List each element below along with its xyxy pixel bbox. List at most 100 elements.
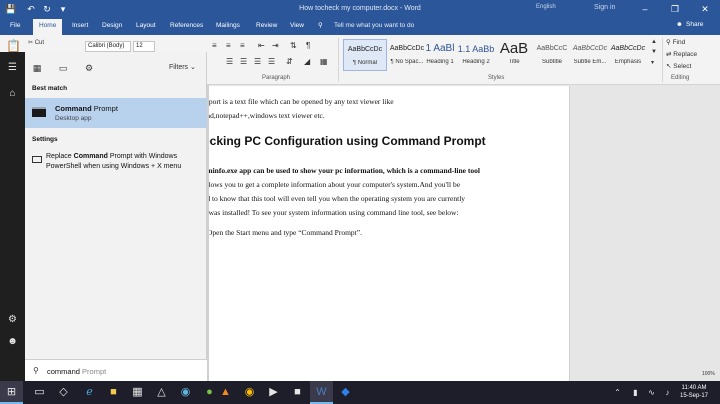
word-icon[interactable]: W	[310, 381, 333, 404]
edge-icon[interactable]: ℯ	[78, 381, 101, 404]
bullets-icon[interactable]: ≡	[212, 41, 217, 50]
select-label: Select	[673, 63, 692, 70]
clock-date: 15-Sep-17	[679, 393, 709, 399]
settings-heading: Settings	[32, 136, 58, 143]
select-button[interactable]: ↖ Select	[666, 62, 691, 70]
align-left-icon[interactable]: ☰	[226, 57, 233, 66]
tab-home[interactable]: Home	[33, 19, 63, 35]
search-box[interactable]: ⚲ command Prompt	[25, 359, 207, 381]
style-name: Emphasis	[614, 59, 642, 65]
styles-more-icon[interactable]: ▾	[651, 59, 654, 66]
styles-scroll-down-icon[interactable]: ▼	[651, 49, 657, 55]
clock[interactable]: 11:40 AM 15-Sep-17	[672, 384, 716, 400]
close-button[interactable]: ✕	[690, 0, 720, 18]
home-icon[interactable]: ⌂	[0, 88, 25, 99]
tab-view[interactable]: View	[290, 22, 304, 29]
tell-me-box[interactable]: Tell me what you want to do	[334, 22, 414, 29]
doc-line: report is a text file which can be opene…	[203, 97, 394, 106]
best-match-heading: Best match	[32, 85, 68, 92]
font-size-box[interactable]: 12	[133, 41, 155, 52]
document-page[interactable]: report is a text file which can be opene…	[150, 86, 570, 381]
group-label-paragraph: Paragraph	[262, 75, 291, 81]
file-explorer-icon[interactable]: ■	[102, 381, 125, 404]
restore-button[interactable]: ❐	[660, 0, 690, 18]
minimize-button[interactable]: –	[630, 0, 660, 18]
paste-icon[interactable]: 📋	[6, 39, 21, 53]
borders-icon[interactable]: ▦	[320, 57, 328, 66]
decrease-indent-icon[interactable]: ⇤	[258, 41, 265, 50]
doc-line: allows you to get a complete information…	[203, 180, 461, 189]
replace-button[interactable]: ⇄ Replace	[666, 50, 697, 58]
shading-icon[interactable]: ◢	[304, 57, 310, 66]
setting-text-b: Prompt with Windows	[107, 153, 178, 160]
web-settings-icon[interactable]: ⚙	[83, 62, 95, 74]
numbering-icon[interactable]: ≡	[226, 41, 231, 50]
doc-heading: ecking PC Configuration using Command Pr…	[203, 134, 486, 148]
unity-icon[interactable]: △	[150, 381, 173, 404]
zoom-level[interactable]: 100%	[702, 371, 715, 377]
taskbar-app-icon-3[interactable]: ■	[286, 381, 309, 404]
tab-insert[interactable]: Insert	[72, 22, 88, 29]
feedback-icon[interactable]: ☻	[0, 336, 25, 347]
search-suggestion: Prompt	[79, 367, 107, 376]
tab-references[interactable]: References	[170, 22, 203, 29]
style-sample: AaBbCcDc	[347, 46, 383, 53]
doc-line: pad,notepad++,windows text viewer etc.	[203, 111, 325, 120]
align-right-icon[interactable]: ☰	[254, 57, 261, 66]
vlc-icon[interactable]: ▲	[214, 381, 237, 404]
documents-filter-icon[interactable]: ▭	[57, 62, 69, 74]
align-center-icon[interactable]: ☰	[240, 57, 247, 66]
tab-layout[interactable]: Layout	[136, 22, 156, 29]
style-normal[interactable]: AaBbCcDc ¶ Normal	[343, 39, 387, 71]
start-button-windows-icon[interactable]: ⊞	[0, 381, 23, 404]
sort-icon[interactable]: ⇅	[290, 41, 297, 50]
best-match-title: Command Prompt	[55, 104, 118, 113]
find-icon: ⚲	[666, 39, 671, 46]
taskbar-app-icon[interactable]: ◇	[52, 381, 75, 404]
chevron-down-icon: ⌄	[190, 64, 196, 71]
search-input[interactable]: command Prompt	[47, 367, 106, 376]
command-prompt-icon	[32, 107, 46, 117]
best-match-result[interactable]: Command Prompt Desktop app	[25, 98, 207, 128]
setting-text-line2: PowerShell when using Windows + X menu	[46, 163, 182, 170]
hamburger-icon[interactable]: ☰	[0, 62, 25, 73]
share-button[interactable]: Share	[686, 21, 703, 28]
find-label: Find	[672, 39, 686, 46]
doc-line: Open the Start menu and type “Command Pr…	[207, 228, 362, 237]
chrome-icon[interactable]: ◉	[238, 381, 261, 404]
store-icon[interactable]: ▦	[126, 381, 149, 404]
apps-filter-icon[interactable]: ▦	[31, 62, 43, 74]
group-divider	[662, 38, 663, 82]
taskbar-app-icon-4[interactable]: ◆	[334, 381, 357, 404]
media-player-icon[interactable]: ▶	[262, 381, 285, 404]
multilevel-list-icon[interactable]: ≡	[240, 41, 245, 50]
search-icon: ⚲	[33, 366, 39, 375]
increase-indent-icon[interactable]: ⇥	[272, 41, 279, 50]
justify-icon[interactable]: ☰	[268, 57, 275, 66]
find-button[interactable]: ⚲ Find	[666, 38, 685, 46]
group-divider	[338, 38, 339, 82]
group-label-styles: Styles	[488, 75, 505, 81]
font-name-box[interactable]: Calibri (Body)	[85, 41, 131, 52]
cut-button[interactable]: ✂ Cut	[28, 39, 44, 46]
select-icon: ↖	[666, 63, 672, 70]
steam-icon[interactable]: ◉	[174, 381, 197, 404]
best-match-subtitle: Desktop app	[55, 115, 92, 122]
filters-dropdown[interactable]: Filters ⌄	[169, 63, 196, 71]
tab-mailings[interactable]: Mailings	[216, 22, 240, 29]
title-rest: Prompt	[91, 104, 118, 113]
sign-in-link[interactable]: Sign in	[594, 4, 615, 11]
setting-text-line1: Replace Command Prompt with Windows	[46, 153, 177, 160]
search-results-panel: ▦ ▭ ⚙ Filters ⌄ Best match Command Promp…	[25, 52, 207, 381]
settings-gear-icon[interactable]: ⚙	[0, 314, 25, 325]
vertical-ruler	[207, 85, 209, 381]
style-emphasis[interactable]: AaBbCcDc Emphasis	[606, 39, 650, 71]
line-spacing-icon[interactable]: ⇵	[286, 57, 293, 66]
tab-file[interactable]: File	[10, 22, 20, 29]
tab-review[interactable]: Review	[256, 22, 277, 29]
tab-design[interactable]: Design	[102, 22, 122, 29]
task-view-icon[interactable]: ▭	[28, 381, 51, 404]
setting-text-match: Command	[73, 153, 108, 160]
show-marks-icon[interactable]: ¶	[306, 41, 310, 50]
styles-scroll-up-icon[interactable]: ▲	[651, 39, 657, 45]
